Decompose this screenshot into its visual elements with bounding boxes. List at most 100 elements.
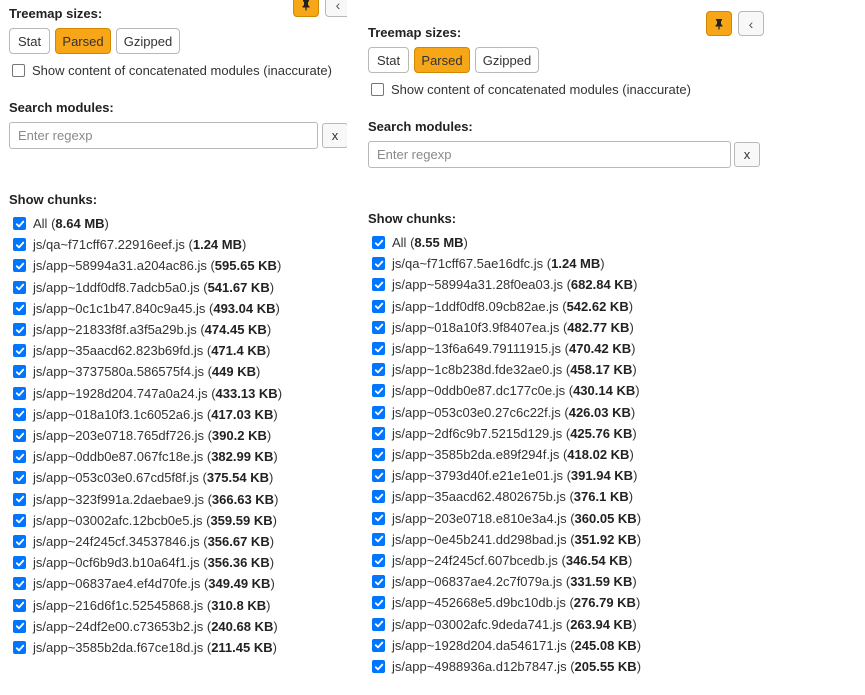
chunk-checkbox[interactable] xyxy=(372,257,385,271)
chunk-item[interactable]: js/app~1928d204.747a0a24.js (433.13 KB) xyxy=(13,386,282,401)
chunk-item[interactable]: js/app~0ddb0e87.067fc18e.js (382.99 KB) xyxy=(13,449,278,464)
chunk-checkbox[interactable] xyxy=(372,638,385,652)
chunk-checkbox[interactable] xyxy=(372,660,385,673)
chunk-item[interactable]: js/app~0e45b241.dd298bad.js (351.92 KB) xyxy=(372,532,641,547)
chunk-checkbox[interactable] xyxy=(372,405,385,419)
clear-search-button[interactable]: x xyxy=(322,123,347,148)
chunk-item[interactable]: js/app~24f245cf.607bcedb.js (346.54 KB) xyxy=(372,553,632,568)
chunk-checkbox[interactable] xyxy=(13,492,26,506)
chunk-checkbox[interactable] xyxy=(13,535,26,548)
concatenated-checkbox[interactable] xyxy=(371,83,384,96)
chunk-item[interactable]: js/app~0cf6b9d3.b10a64f1.js (356.36 KB) xyxy=(13,555,274,570)
chunk-checkbox[interactable] xyxy=(13,513,26,527)
chunk-item[interactable]: js/app~053c03e0.27c6c22f.js (426.03 KB) xyxy=(372,405,635,420)
chunk-checkbox[interactable] xyxy=(13,471,26,485)
chunk-item[interactable]: js/app~018a10f3.9f8407ea.js (482.77 KB) xyxy=(372,320,634,335)
chunk-checkbox[interactable] xyxy=(13,407,26,421)
chunk-checkbox[interactable] xyxy=(13,344,26,358)
chunk-item[interactable]: js/app~21833f8f.a3f5a29b.js (474.45 KB) xyxy=(13,322,271,337)
chunk-checkbox[interactable] xyxy=(372,511,385,525)
chunk-checkbox[interactable] xyxy=(13,450,26,464)
chunk-checkbox[interactable] xyxy=(13,577,26,591)
parsed-button[interactable]: Parsed xyxy=(55,28,111,54)
chunk-item[interactable]: js/app~58994a31.28f0ea03.js (682.84 KB) xyxy=(372,277,637,292)
chunk-item[interactable]: js/app~4988936a.d12b7847.js (205.55 KB) xyxy=(372,659,641,674)
collapse-button[interactable]: ‹ xyxy=(738,11,764,36)
gzipped-button[interactable]: Gzipped xyxy=(475,47,539,73)
chunk-checkbox[interactable] xyxy=(13,238,26,252)
pin-button[interactable] xyxy=(293,0,319,17)
chunk-checkbox[interactable] xyxy=(372,384,385,398)
chunk-item[interactable]: js/app~3585b2da.f67ce18d.js (211.45 KB) xyxy=(13,640,277,655)
collapse-button[interactable]: ‹ xyxy=(325,0,347,17)
chunk-checkbox[interactable] xyxy=(372,448,385,461)
chunk-item[interactable]: js/app~2df6c9b7.5215d129.js (425.76 KB) xyxy=(372,426,637,441)
chunk-item[interactable]: js/app~3737580a.586575f4.js (449 KB) xyxy=(13,364,260,379)
chunk-item-all[interactable]: All (8.55 MB) xyxy=(372,235,468,250)
chunk-item[interactable]: js/app~203e0718.765df726.js (390.2 KB) xyxy=(13,428,271,443)
clear-search-button[interactable]: x xyxy=(734,142,760,167)
chunk-item[interactable]: js/app~24f245cf.34537846.js (356.67 KB) xyxy=(13,534,274,549)
chunk-checkbox[interactable] xyxy=(372,575,385,589)
chunk-checkbox[interactable] xyxy=(13,619,26,633)
chunk-item[interactable]: js/app~203e0718.e810e3a4.js (360.05 KB) xyxy=(372,511,641,526)
parsed-button[interactable]: Parsed xyxy=(414,47,470,73)
chunk-checkbox[interactable] xyxy=(372,278,385,292)
chunk-item[interactable]: js/app~1c8b238d.fde32ae0.js (458.17 KB) xyxy=(372,362,637,377)
chunk-checkbox[interactable] xyxy=(372,469,385,483)
chunk-checkbox[interactable] xyxy=(372,596,385,610)
chunk-checkbox[interactable] xyxy=(372,490,385,504)
chunk-checkbox[interactable] xyxy=(13,301,26,315)
chunk-item[interactable]: js/app~0c1c1b47.840c9a45.js (493.04 KB) xyxy=(13,301,280,316)
chunk-item[interactable]: js/app~13f6a649.79111915.js (470.42 KB) xyxy=(372,341,635,356)
chunk-checkbox[interactable] xyxy=(372,320,385,334)
chunk-checkbox[interactable] xyxy=(13,259,26,273)
chunk-item[interactable]: js/app~1928d204.da546171.js (245.08 KB) xyxy=(372,638,641,653)
chunk-checkbox[interactable] xyxy=(372,426,385,440)
stat-button[interactable]: Stat xyxy=(9,28,50,54)
chunk-item[interactable]: js/app~1ddf0df8.09cb82ae.js (542.62 KB) xyxy=(372,299,633,314)
chunk-checkbox[interactable] xyxy=(13,217,26,230)
chunk-checkbox[interactable] xyxy=(372,532,385,546)
chunk-checkbox[interactable] xyxy=(13,598,26,612)
chunk-item[interactable]: js/app~3793d40f.e21e1e01.js (391.94 KB) xyxy=(372,468,637,483)
chunk-item-all[interactable]: All (8.64 MB) xyxy=(13,216,109,231)
chunk-checkbox[interactable] xyxy=(13,641,26,654)
concatenated-checkbox[interactable] xyxy=(12,64,25,77)
chunk-item[interactable]: js/app~0ddb0e87.dc177c0e.js (430.14 KB) xyxy=(372,383,640,398)
chunk-item[interactable]: js/app~323f991a.2daebae9.js (366.63 KB) xyxy=(13,492,278,507)
chunk-item[interactable]: js/app~06837ae4.ef4d70fe.js (349.49 KB) xyxy=(13,576,275,591)
chunk-checkbox[interactable] xyxy=(13,429,26,442)
chunk-item[interactable]: js/qa~f71cff67.22916eef.js (1.24 MB) xyxy=(13,237,246,252)
chunk-checkbox[interactable] xyxy=(372,299,385,313)
chunk-item[interactable]: js/qa~f71cff67.5ae16dfc.js (1.24 MB) xyxy=(372,256,605,271)
chunk-item[interactable]: js/app~58994a31.a204ac86.js (595.65 KB) xyxy=(13,258,281,273)
chunk-checkbox[interactable] xyxy=(13,323,26,336)
pin-button[interactable] xyxy=(706,11,732,36)
concatenated-modules-toggle[interactable]: Show content of concatenated modules (in… xyxy=(371,82,691,97)
chunk-checkbox[interactable] xyxy=(372,617,385,631)
chunk-item[interactable]: js/app~03002afc.9deda741.js (263.94 KB) xyxy=(372,617,637,632)
chunk-checkbox[interactable] xyxy=(13,556,26,570)
chunk-item[interactable]: js/app~053c03e0.67cd5f8f.js (375.54 KB) xyxy=(13,470,273,485)
chunk-item[interactable]: js/app~018a10f3.1c6052a6.js (417.03 KB) xyxy=(13,407,278,422)
chunk-checkbox[interactable] xyxy=(372,342,385,355)
chunk-item[interactable]: js/app~216d6f1c.52545868.js (310.8 KB) xyxy=(13,598,270,613)
chunk-item[interactable]: js/app~1ddf0df8.7adcb5a0.js (541.67 KB) xyxy=(13,280,274,295)
chunk-checkbox[interactable] xyxy=(372,363,385,377)
search-input[interactable] xyxy=(368,141,731,168)
chunk-checkbox[interactable] xyxy=(372,554,385,567)
stat-button[interactable]: Stat xyxy=(368,47,409,73)
chunk-item[interactable]: js/app~35aacd62.4802675b.js (376.1 KB) xyxy=(372,489,633,504)
chunk-item[interactable]: js/app~452668e5.d9bc10db.js (276.79 KB) xyxy=(372,595,640,610)
chunk-checkbox[interactable] xyxy=(13,280,26,294)
chunk-checkbox[interactable] xyxy=(372,236,385,249)
chunk-checkbox[interactable] xyxy=(13,365,26,379)
chunk-item[interactable]: js/app~03002afc.12bcb0e5.js (359.59 KB) xyxy=(13,513,277,528)
chunk-item[interactable]: js/app~06837ae4.2c7f079a.js (331.59 KB) xyxy=(372,574,637,589)
chunk-item[interactable]: js/app~24df2e00.c73653b2.js (240.68 KB) xyxy=(13,619,278,634)
chunk-item[interactable]: js/app~3585b2da.e89f294f.js (418.02 KB) xyxy=(372,447,634,462)
chunk-checkbox[interactable] xyxy=(13,386,26,400)
chunk-item[interactable]: js/app~35aacd62.823b69fd.js (471.4 KB) xyxy=(13,343,270,358)
gzipped-button[interactable]: Gzipped xyxy=(116,28,180,54)
